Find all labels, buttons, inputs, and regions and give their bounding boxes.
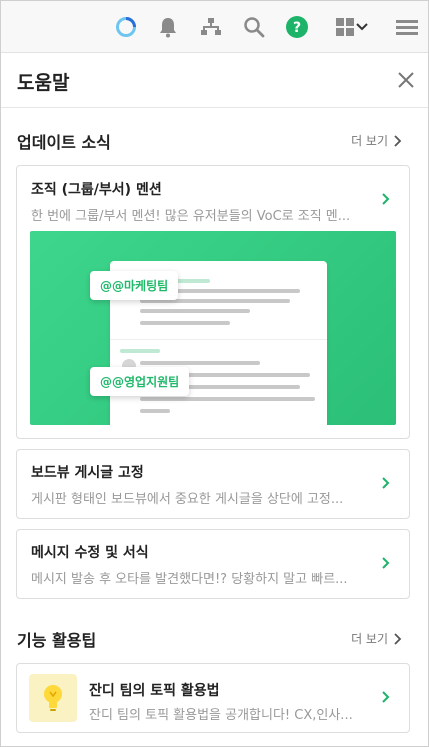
close-icon[interactable]: [394, 68, 418, 92]
card-title: 메시지 수정 및 서식: [31, 545, 149, 561]
bell-icon[interactable]: [155, 14, 181, 40]
card-title: 조직 (그룹/부서) 멘션: [31, 182, 162, 198]
menu-icon[interactable]: [394, 14, 420, 40]
chevron-right-icon: [382, 477, 390, 489]
chevron-right-icon: [382, 193, 390, 205]
updates-more-label: 더 보기: [351, 134, 388, 148]
update-card-org-mention[interactable]: 조직 (그룹/부서) 멘션 한 번에 그룹/부서 멘션! 많은 유저분들의 Vo…: [16, 165, 410, 439]
chevron-right-icon: [394, 632, 402, 645]
chevron-down-icon[interactable]: [353, 14, 371, 40]
lightbulb-icon: [29, 674, 77, 722]
card-desc: 메시지 발송 후 오타를 발견했다면!? 당황하지 말고 빠르...: [31, 572, 348, 587]
updates-section-title: 업데이트 소식: [17, 133, 111, 152]
mention-tag-sales-support: @@영업지원팀: [90, 367, 190, 396]
help-icon[interactable]: ?: [284, 14, 310, 40]
update-card-board-pin[interactable]: 보드뷰 게시글 고정 게시판 형태인 보드뷰에서 중요한 게시글을 상단에 고정…: [16, 449, 410, 519]
updates-more-link[interactable]: 더 보기: [351, 132, 402, 149]
search-icon[interactable]: [241, 14, 267, 40]
card-desc: 잔디 팀의 토픽 활용법을 공개합니다! CX,인사...: [89, 708, 353, 723]
svg-text:?: ?: [293, 20, 301, 36]
card-desc: 게시판 형태인 보드뷰에서 중요한 게시글을 상단에 고정...: [31, 492, 344, 507]
chevron-right-icon: [382, 691, 390, 703]
card-title: 보드뷰 게시글 고정: [31, 465, 144, 481]
card-title: 잔디 팀의 토픽 활용법: [89, 683, 220, 699]
loading-ring-icon[interactable]: [113, 14, 139, 40]
help-panel-header: 도움말: [1, 54, 428, 108]
card-desc: 한 번에 그룹/부서 멘션! 많은 유저분들의 VoC로 조직 멘...: [31, 209, 351, 224]
tips-more-label: 더 보기: [351, 632, 388, 646]
tip-card-topic-usage[interactable]: 잔디 팀의 토픽 활용법 잔디 팀의 토픽 활용법을 공개합니다! CX,인사.…: [16, 663, 410, 733]
chevron-right-icon: [382, 557, 390, 569]
tips-section-title: 기능 활용팁: [17, 631, 97, 650]
tips-more-link[interactable]: 더 보기: [351, 630, 402, 647]
update-card-message-edit[interactable]: 메시지 수정 및 서식 메시지 발송 후 오타를 발견했다면!? 당황하지 말고…: [16, 529, 410, 599]
mention-tag-marketing: @@마케팅팀: [90, 271, 179, 300]
feature-banner-image: @@마케팅팀 @@영업지원팀: [30, 231, 396, 425]
top-toolbar: ?: [1, 1, 428, 53]
chevron-right-icon: [394, 134, 402, 147]
page-title: 도움말: [17, 72, 70, 94]
org-chart-icon[interactable]: [198, 14, 224, 40]
